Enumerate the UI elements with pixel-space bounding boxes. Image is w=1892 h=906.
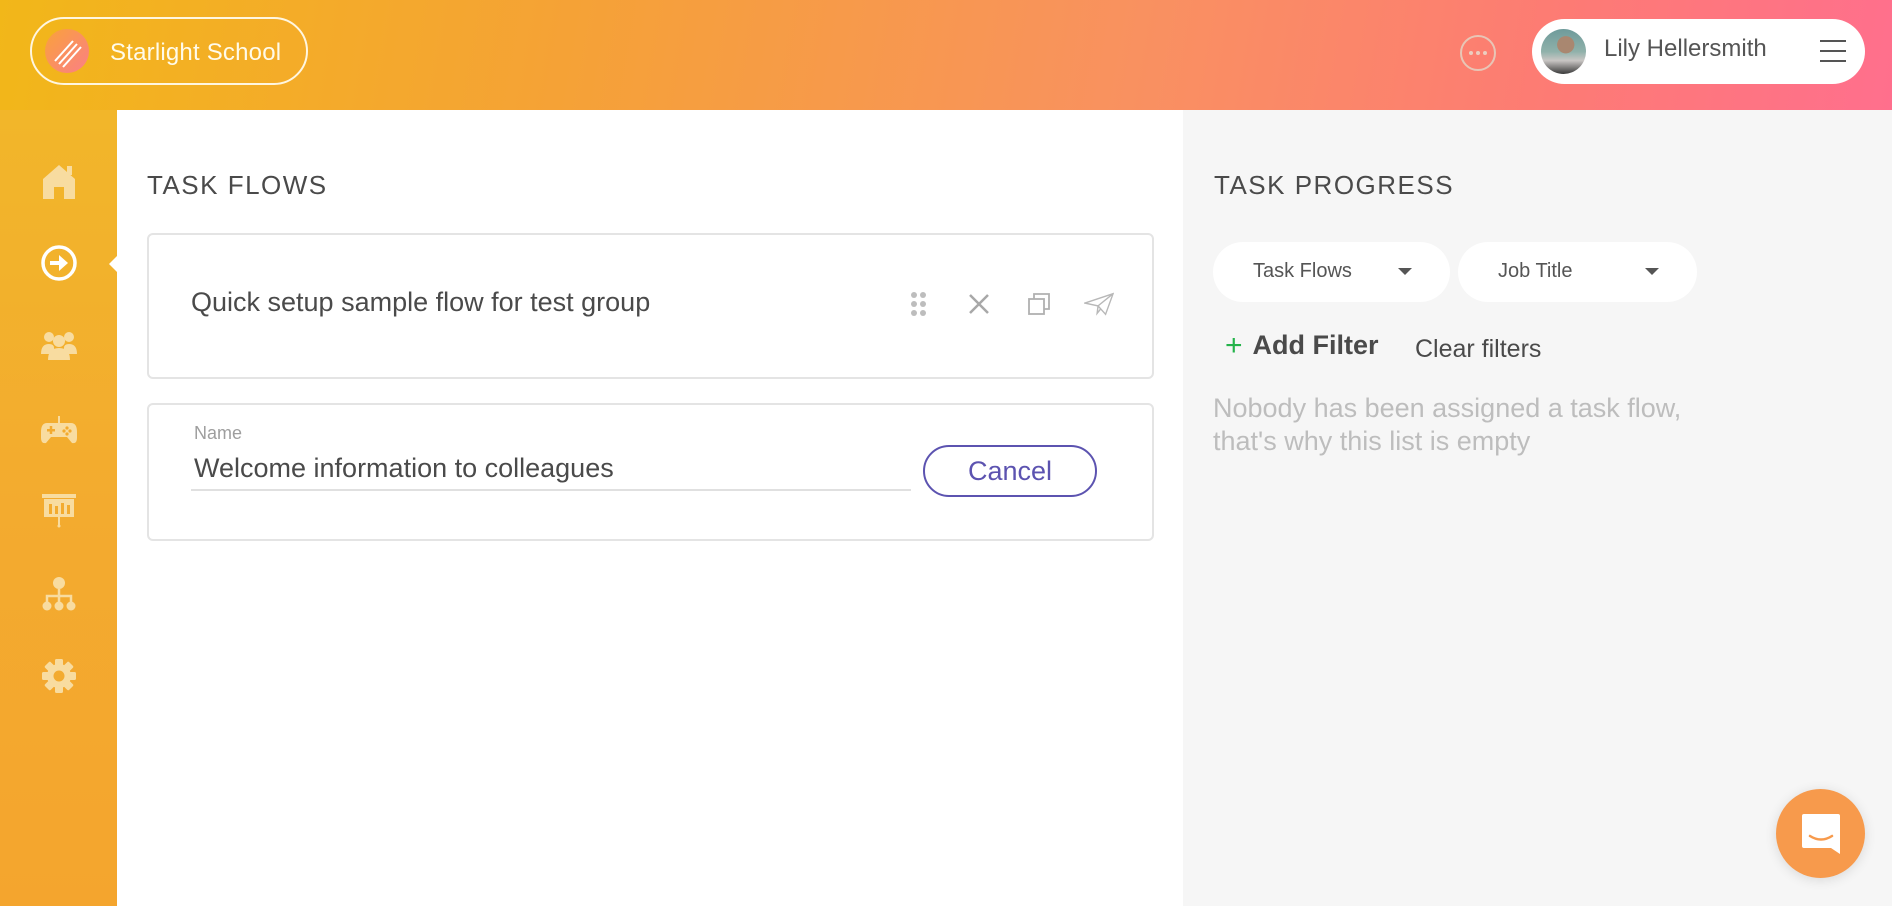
starlight-logo-icon — [45, 29, 89, 73]
task-flow-actions — [904, 289, 1114, 319]
name-field-label: Name — [194, 423, 243, 443]
task-flows-panel: TASK FLOWS Quick setup sample flow for t… — [109, 110, 1183, 906]
gamepad-icon — [41, 416, 77, 444]
sidebar — [0, 110, 117, 906]
hamburger-menu-icon[interactable] — [1820, 40, 1846, 62]
users-group-icon — [41, 332, 77, 360]
more-dots-icon — [1469, 51, 1473, 55]
gear-icon — [42, 659, 76, 693]
school-switcher[interactable]: Starlight School — [30, 17, 308, 85]
avatar — [1541, 29, 1586, 74]
user-menu[interactable]: Lily Hellersmith — [1532, 19, 1865, 84]
chevron-down-icon — [1398, 268, 1412, 275]
task-flows-dropdown[interactable]: Task Flows — [1213, 242, 1450, 302]
task-flow-card[interactable]: Quick setup sample flow for test group — [147, 233, 1154, 379]
clear-filters-link[interactable]: Clear filters — [1415, 335, 1541, 364]
more-dot — [1476, 51, 1480, 55]
send-icon[interactable] — [1084, 289, 1114, 319]
presentation-board-icon — [42, 494, 76, 528]
add-filter-button[interactable]: + Add Filter — [1225, 330, 1379, 361]
duplicate-icon[interactable] — [1024, 289, 1054, 319]
cancel-button[interactable]: Cancel — [923, 445, 1097, 497]
arrow-circle-right-icon — [41, 245, 77, 281]
sidebar-item-organization[interactable] — [34, 569, 84, 619]
task-progress-panel: TASK PROGRESS Task Flows Job Title + Add… — [1183, 110, 1892, 906]
name-input[interactable] — [191, 447, 911, 491]
drag-handle-icon[interactable] — [904, 289, 934, 319]
chevron-down-icon — [1645, 268, 1659, 275]
job-title-dropdown-value: Job Title — [1498, 260, 1573, 282]
task-progress-title: TASK PROGRESS — [1214, 170, 1455, 200]
task-flows-dropdown-value: Task Flows — [1253, 260, 1352, 282]
sidebar-item-task-flows[interactable] — [34, 238, 84, 288]
top-header: Starlight School Lily Hellersmith — [0, 0, 1892, 110]
chat-launcher-button[interactable] — [1776, 789, 1865, 878]
school-name: Starlight School — [110, 39, 282, 66]
more-dot — [1483, 51, 1487, 55]
more-options-button[interactable] — [1460, 35, 1496, 71]
org-chart-icon — [42, 577, 76, 611]
empty-state-message: Nobody has been assigned a task flow, th… — [1213, 393, 1682, 456]
sidebar-item-home[interactable] — [34, 156, 84, 206]
delete-icon[interactable] — [964, 289, 994, 319]
sidebar-item-games[interactable] — [34, 405, 84, 455]
sidebar-item-presentations[interactable] — [34, 485, 84, 535]
add-filter-label: Add Filter — [1252, 330, 1379, 360]
task-flow-title: Quick setup sample flow for test group — [191, 287, 651, 317]
new-task-flow-form: Name Cancel — [147, 403, 1154, 541]
chat-bubble-smile-icon — [1801, 813, 1840, 854]
user-name: Lily Hellersmith — [1604, 35, 1767, 62]
plus-icon: + — [1225, 328, 1243, 362]
sidebar-item-settings[interactable] — [34, 651, 84, 701]
sidebar-item-people[interactable] — [34, 321, 84, 371]
active-nav-indicator — [109, 256, 117, 272]
job-title-dropdown[interactable]: Job Title — [1458, 242, 1697, 302]
page-title: TASK FLOWS — [147, 170, 328, 200]
home-icon — [43, 165, 75, 199]
